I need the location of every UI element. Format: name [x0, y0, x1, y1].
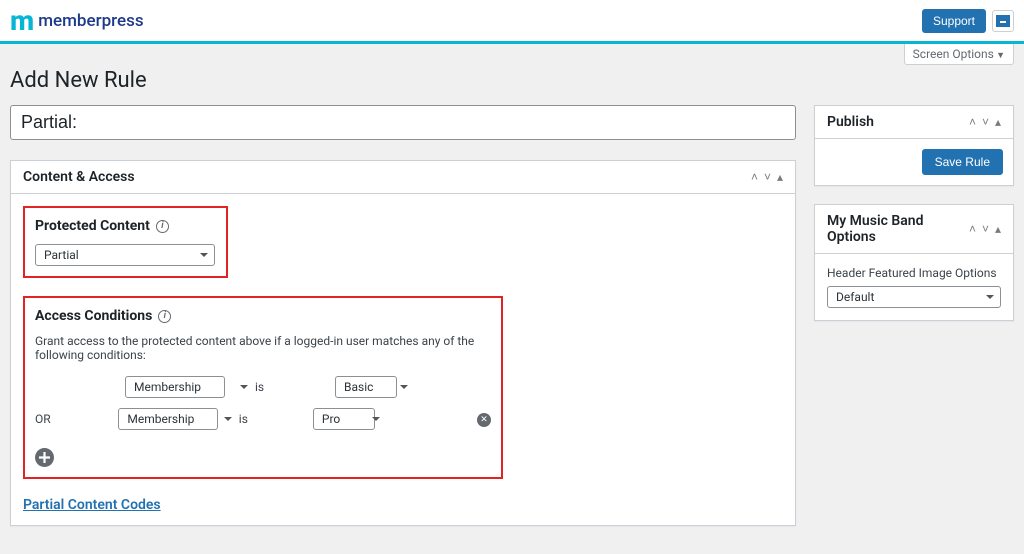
header-image-label: Header Featured Image Options — [827, 266, 1001, 280]
condition-type-select[interactable]: Membership — [125, 376, 225, 398]
toggle-icon[interactable]: ▴ — [995, 115, 1001, 129]
info-icon[interactable]: i — [156, 220, 169, 233]
protected-content-select[interactable]: Partial — [35, 244, 215, 266]
condition-type-wrap: Membership — [118, 408, 238, 430]
inbox-icon[interactable] — [992, 10, 1014, 32]
save-rule-button[interactable]: Save Rule — [922, 149, 1003, 175]
music-band-box: My Music Band Options ˄ ˅ ▴ Header Featu… — [814, 204, 1014, 321]
header-image-select[interactable]: Default — [827, 286, 1001, 308]
publish-body: Save Rule — [815, 139, 1013, 185]
condition-type-select[interactable]: Membership — [118, 408, 218, 430]
columns: Content & Access ˄ ˅ ▴ Protected Content… — [10, 105, 1014, 544]
publish-title: Publish — [827, 114, 874, 130]
condition-is-label: is — [239, 412, 313, 426]
box-handle-actions: ˄ ˅ ▴ — [969, 115, 1001, 129]
partial-content-codes-link[interactable]: Partial Content Codes — [23, 497, 161, 513]
header-image-select-wrap: Default — [827, 286, 1001, 308]
content-access-header: Content & Access ˄ ˅ ▴ — [11, 161, 795, 194]
content-wrap: Screen Options Add New Rule Content & Ac… — [0, 44, 1024, 554]
content-access-body: Protected Content i Partial Access Condi… — [11, 194, 795, 525]
page-title: Add New Rule — [10, 68, 1014, 93]
protected-content-select-wrap: Partial — [35, 244, 215, 266]
support-button[interactable]: Support — [922, 9, 986, 33]
topbar-actions: Support — [922, 9, 1014, 33]
access-conditions-section: Access Conditions i Grant access to the … — [23, 296, 503, 479]
condition-value-select[interactable]: Basic — [335, 376, 397, 398]
move-up-icon[interactable]: ˄ — [969, 115, 976, 129]
info-icon[interactable]: i — [158, 310, 171, 323]
condition-value-wrap: Pro — [313, 408, 387, 430]
condition-or-label: OR — [35, 412, 118, 426]
publish-header: Publish ˄ ˅ ▴ — [815, 106, 1013, 139]
side-column: Publish ˄ ˅ ▴ Save Rule My Music Band Op… — [814, 105, 1014, 544]
protected-content-section: Protected Content i Partial — [23, 206, 228, 278]
publish-box: Publish ˄ ˅ ▴ Save Rule — [814, 105, 1014, 186]
main-column: Content & Access ˄ ˅ ▴ Protected Content… — [10, 105, 796, 544]
music-band-title: My Music Band Options — [827, 213, 969, 245]
content-access-title: Content & Access — [23, 169, 135, 185]
brand: m memberpress — [10, 4, 144, 37]
rule-title-input[interactable] — [10, 105, 796, 140]
close-icon — [477, 413, 491, 427]
remove-condition-button[interactable] — [477, 411, 491, 428]
condition-row: Membership is Basic — [35, 376, 491, 398]
content-access-box: Content & Access ˄ ˅ ▴ Protected Content… — [10, 160, 796, 526]
move-down-icon[interactable]: ˅ — [982, 222, 989, 236]
condition-row: OR Membership is Pro — [35, 408, 491, 430]
box-handle-actions: ˄ ˅ ▴ — [969, 222, 1001, 236]
add-condition-button[interactable] — [35, 448, 54, 467]
toggle-icon[interactable]: ▴ — [995, 222, 1001, 236]
protected-content-title: Protected Content i — [35, 218, 216, 234]
access-conditions-desc: Grant access to the protected content ab… — [35, 334, 491, 362]
move-up-icon[interactable]: ˄ — [969, 222, 976, 236]
music-band-body: Header Featured Image Options Default — [815, 254, 1013, 320]
move-up-icon[interactable]: ˄ — [751, 170, 758, 184]
condition-is-label: is — [255, 380, 335, 394]
topbar: m memberpress Support — [0, 0, 1024, 44]
condition-type-wrap: Membership — [125, 376, 255, 398]
condition-value-wrap: Basic — [335, 376, 415, 398]
toggle-icon[interactable]: ▴ — [777, 170, 783, 184]
brand-name: memberpress — [38, 11, 143, 31]
condition-value-select[interactable]: Pro — [313, 408, 375, 430]
move-down-icon[interactable]: ˅ — [764, 170, 771, 184]
access-conditions-title: Access Conditions i — [35, 308, 491, 324]
screen-options-toggle[interactable]: Screen Options — [904, 44, 1014, 65]
music-band-header: My Music Band Options ˄ ˅ ▴ — [815, 205, 1013, 254]
move-down-icon[interactable]: ˅ — [982, 115, 989, 129]
box-handle-actions: ˄ ˅ ▴ — [751, 170, 783, 184]
brand-logo: m — [10, 4, 32, 37]
